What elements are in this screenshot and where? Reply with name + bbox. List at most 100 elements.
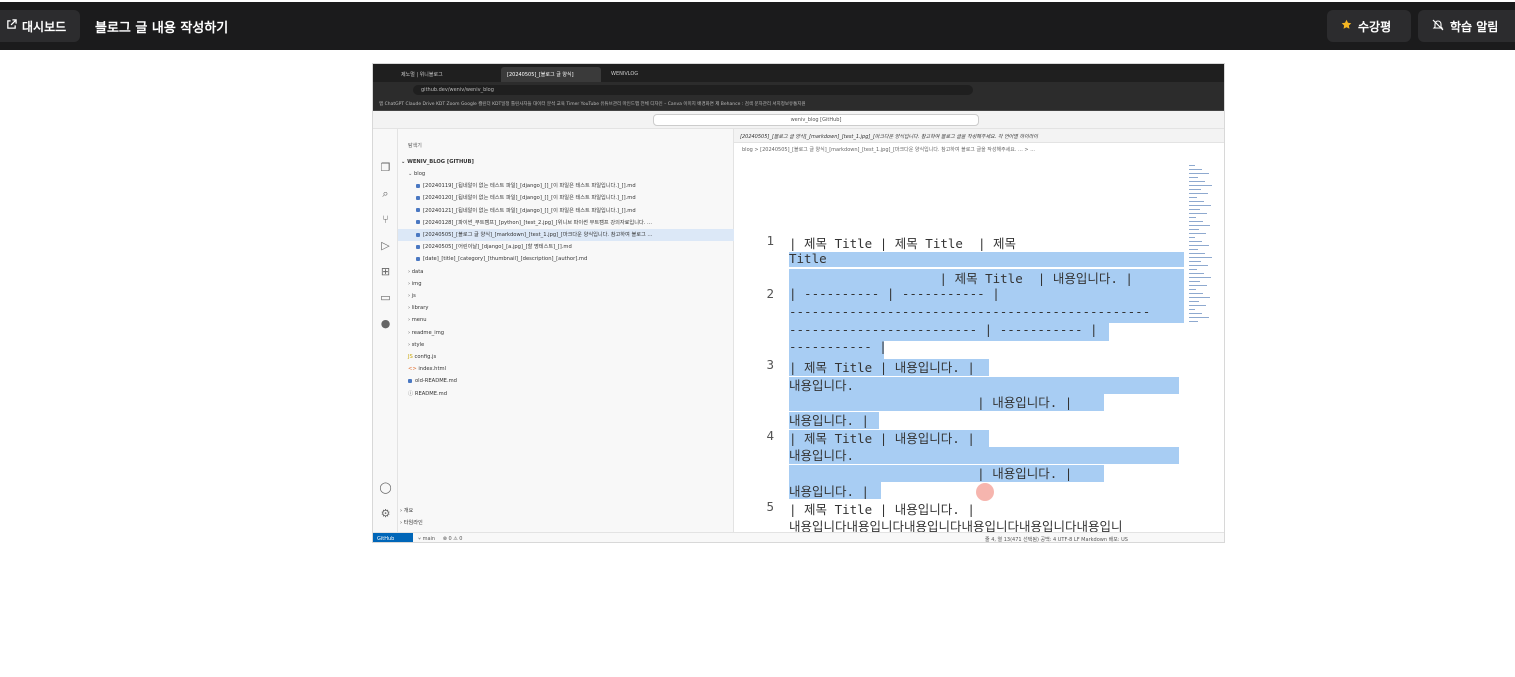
review-button[interactable]: 수강평 [1327, 10, 1411, 42]
account-icon[interactable]: ◯ [379, 481, 392, 494]
tree-item-label: [date]_[title]_[category]_[thumbnail]_[d… [423, 256, 588, 263]
tree-item-label: readme_img [411, 329, 445, 336]
minimap-line [1189, 301, 1199, 302]
status-left: ⑂ main ⊗ 0 ⚠ 0 [418, 536, 463, 542]
run-debug-icon[interactable]: ▷ [379, 239, 392, 252]
outline-section[interactable]: › 개요 [398, 505, 734, 517]
minimap-line [1189, 261, 1201, 262]
status-right: 줄 4, 열 13(471 선택됨) 공백: 4 UTF-8 LF Markdo… [985, 537, 1128, 543]
tree-item-label: README.md [414, 390, 448, 397]
browser-tab-active[interactable]: [20240505]_[블로그 글 양식] [501, 67, 601, 82]
html-file-icon: <> [408, 366, 419, 373]
markdown-file-icon [416, 256, 420, 261]
code-text: | 제목 Title | 내용입니다. | [789, 359, 975, 375]
tree-item-label: [20240505]_[어린이날]_[django]_[a.jpg]_[할 명테… [423, 244, 572, 251]
code-text: | 제목 Title | 제목 Title | 제목 [789, 236, 1017, 251]
file-item[interactable]: JS config.js [398, 351, 734, 363]
folder-item[interactable]: ⌄ blog [398, 168, 734, 180]
minimap[interactable] [1189, 165, 1215, 335]
address-bar[interactable]: github.dev/weniv/weniv_blog [413, 85, 973, 95]
tree-item-label: data [411, 268, 424, 275]
learning-alarm-button[interactable]: 학습 알림 [1418, 10, 1515, 42]
command-center[interactable]: weniv_blog [GitHub] [653, 114, 979, 126]
code-text: | 내용입니다. | [789, 466, 1073, 482]
markdown-file-icon [416, 244, 420, 249]
dashboard-button[interactable]: 대시보드 [0, 10, 81, 42]
minimap-line [1189, 285, 1207, 286]
editor-area[interactable]: [20240505]_[블로그 글 양식]_[markdown]_[test_1… [734, 129, 1224, 542]
browser-tab[interactable]: WENIVLOG [605, 67, 705, 82]
minimap-line [1189, 305, 1206, 306]
file-item[interactable]: <> index.html [398, 363, 734, 375]
markdown-file-icon [416, 232, 420, 237]
lecture-video[interactable]: 제노멀 | 위니블로그 [20240505]_[블로그 글 양식] WENIVL… [372, 63, 1225, 543]
tree-item-label: img [411, 280, 422, 287]
line-number: 5 [766, 498, 774, 514]
minimap-line [1189, 217, 1196, 218]
line-number: 1 [766, 233, 774, 248]
minimap-line [1189, 237, 1195, 238]
markdown-file-icon [416, 195, 420, 200]
minimap-line [1189, 309, 1195, 310]
folder-item[interactable]: › readme_img [398, 327, 734, 339]
timeline-section[interactable]: › 타임라인 [398, 517, 734, 529]
minimap-line [1189, 233, 1206, 234]
line-number: 4 [766, 427, 774, 443]
bookmarks-bar: 앱 ChatGPT Claude Drive KDT Zoom Google 캘… [373, 98, 1224, 111]
minimap-line [1189, 277, 1211, 278]
minimap-line [1189, 213, 1207, 214]
minimap-line [1189, 273, 1204, 274]
remote-explorer-icon[interactable]: ▭ [379, 291, 392, 304]
problems-count[interactable]: ⊗ 0 ⚠ 0 [443, 536, 463, 542]
file-item[interactable]: [20240120]_[됩네알이 없는 테스트 파일]_[django]_[]_… [398, 192, 734, 204]
folder-item[interactable]: › library [398, 302, 734, 314]
browser-tab[interactable]: 제노멀 | 위니블로그 [395, 67, 495, 82]
minimap-line [1189, 193, 1208, 194]
minimap-line [1189, 281, 1200, 282]
minimap-line [1189, 297, 1210, 298]
explorer-title: 탐색기 [408, 143, 422, 149]
file-item[interactable]: [20240119]_[됩네알이 없는 테스트 파일]_[django]_[]_… [398, 180, 734, 192]
tree-item-label: style [411, 341, 425, 348]
minimap-line [1189, 181, 1205, 182]
file-item[interactable]: [20240121]_[됩네알이 없는 테스트 파일]_[django]_[]_… [398, 205, 734, 217]
minimap-line [1189, 293, 1203, 294]
folder-item[interactable]: › menu [398, 314, 734, 326]
folder-item[interactable]: › data [398, 266, 734, 278]
branch-name[interactable]: main [423, 536, 436, 542]
tree-item-label: library [411, 305, 429, 312]
github-icon[interactable]: ● [379, 317, 392, 330]
activity-bar: ❐ ⌕ ⑂ ▷ ⊞ ▭ ● ◯ ⚙ [373, 129, 398, 532]
source-control-icon[interactable]: ⑂ [379, 213, 392, 226]
minimap-line [1189, 289, 1196, 290]
code-text: ----------- | [789, 339, 887, 355]
browser-toolbar: github.dev/weniv/weniv_blog [373, 82, 1224, 98]
minimap-line [1189, 241, 1202, 242]
file-item[interactable]: [20240505]_[어린이날]_[django]_[a.jpg]_[할 명테… [398, 241, 734, 253]
file-item[interactable]: [20240128]_[파이썬_부트캠프]_[python]_[test_2.j… [398, 217, 734, 229]
folder-item[interactable]: › js [398, 290, 734, 302]
minimap-line [1189, 253, 1205, 254]
breadcrumb: blog > [20240505]_[블로그 글 양식]_[markdown]_… [742, 147, 1035, 153]
remote-indicator[interactable]: GitHub [373, 533, 413, 542]
code-text: | ---------- | ----------- | [789, 286, 1000, 302]
code-text: | 제목 Title | 내용입니다. | [789, 271, 1133, 287]
gear-icon[interactable]: ⚙ [379, 507, 392, 520]
minimap-line [1189, 249, 1198, 250]
code-text: 내용입니다. | [789, 413, 870, 428]
extensions-icon[interactable]: ⊞ [379, 265, 392, 278]
tree-item-label: [20240120]_[됩네알이 없는 테스트 파일]_[django]_[]_… [423, 195, 636, 202]
status-bar: GitHub ⑂ main ⊗ 0 ⚠ 0 줄 4, 열 13(471 선택됨)… [373, 532, 1224, 543]
file-item[interactable]: old-README.md [398, 375, 734, 387]
file-item[interactable]: [20240505]_[블로그 글 양식]_[markdown]_[test_1… [398, 229, 734, 241]
explorer-panel: 탐색기 ⌄ WENIV_BLOG [GITHUB] ⌄ blog [2024011… [398, 129, 734, 532]
repo-root[interactable]: ⌄ WENIV_BLOG [GITHUB] [398, 156, 734, 168]
files-icon[interactable]: ❐ [379, 161, 392, 174]
tree-item-label: index.html [418, 366, 447, 373]
folder-item[interactable]: › img [398, 278, 734, 290]
editor-tab[interactable]: [20240505]_[블로그 글 양식]_[markdown]_[test_1… [734, 129, 1224, 143]
search-icon[interactable]: ⌕ [379, 187, 392, 200]
file-item[interactable]: ⓘ README.md [398, 388, 734, 400]
folder-item[interactable]: › style [398, 339, 734, 351]
file-item[interactable]: [date]_[title]_[category]_[thumbnail]_[d… [398, 253, 734, 265]
